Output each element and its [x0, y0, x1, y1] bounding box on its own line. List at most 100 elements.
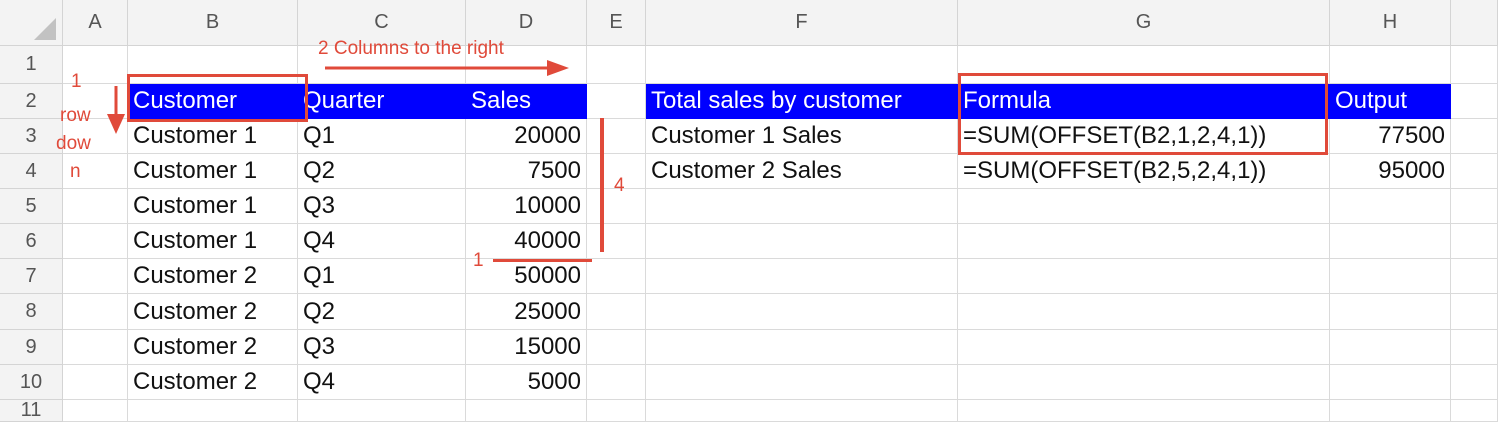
cell-d5[interactable]: 10000 [466, 189, 587, 224]
row-header-11[interactable]: 11 [0, 399, 63, 422]
cell-b11[interactable] [128, 400, 298, 422]
cell-f9[interactable] [646, 330, 958, 365]
cell-g1[interactable] [958, 46, 1330, 84]
cell-blank[interactable] [1451, 189, 1498, 224]
cell-a8[interactable] [63, 294, 128, 330]
cell-b7[interactable]: Customer 2 [128, 259, 298, 294]
cell-a5[interactable] [63, 189, 128, 224]
cell-b9[interactable]: Customer 2 [128, 330, 298, 365]
cell-f3[interactable]: Customer 1 Sales [646, 119, 958, 154]
row-header-9[interactable]: 9 [0, 330, 63, 365]
cell-g8[interactable] [958, 294, 1330, 330]
cell-d10[interactable]: 5000 [466, 365, 587, 400]
cell-a6[interactable] [63, 224, 128, 259]
column-header-b[interactable]: B [128, 0, 298, 46]
cell-b2[interactable]: Customer [128, 84, 298, 119]
cell-b3[interactable]: Customer 1 [128, 119, 298, 154]
cell-c8[interactable]: Q2 [298, 294, 466, 330]
cell-f5[interactable] [646, 189, 958, 224]
cell-c11[interactable] [298, 400, 466, 422]
cell-h3[interactable]: 77500 [1330, 119, 1451, 154]
cell-h8[interactable] [1330, 294, 1451, 330]
cell-blank[interactable] [1451, 154, 1498, 189]
cell-c5[interactable]: Q3 [298, 189, 466, 224]
row-header-4[interactable]: 4 [0, 154, 63, 189]
cell-b10[interactable]: Customer 2 [128, 365, 298, 400]
row-header-1[interactable]: 1 [0, 46, 63, 84]
cell-blank[interactable] [1451, 294, 1498, 330]
cell-f4[interactable]: Customer 2 Sales [646, 154, 958, 189]
row-header-8[interactable]: 8 [0, 294, 63, 330]
cell-blank[interactable] [1451, 330, 1498, 365]
cell-h2[interactable]: Output [1330, 84, 1451, 119]
row-header-10[interactable]: 10 [0, 365, 63, 400]
cell-d11[interactable] [466, 400, 587, 422]
cell-blank[interactable] [1451, 224, 1498, 259]
cell-b6[interactable]: Customer 1 [128, 224, 298, 259]
column-header-blank[interactable] [1451, 0, 1498, 46]
cell-d9[interactable]: 15000 [466, 330, 587, 365]
cell-f7[interactable] [646, 259, 958, 294]
cell-c2[interactable]: Quarter [298, 84, 466, 119]
cell-e10[interactable] [587, 365, 646, 400]
column-header-h[interactable]: H [1330, 0, 1451, 46]
cell-blank[interactable] [1451, 400, 1498, 422]
cell-e1[interactable] [587, 46, 646, 84]
cell-blank[interactable] [1451, 46, 1498, 84]
cell-g11[interactable] [958, 400, 1330, 422]
row-header-3[interactable]: 3 [0, 119, 63, 154]
cell-e7[interactable] [587, 259, 646, 294]
column-header-f[interactable]: F [646, 0, 958, 46]
row-header-6[interactable]: 6 [0, 224, 63, 259]
cell-f8[interactable] [646, 294, 958, 330]
cell-h7[interactable] [1330, 259, 1451, 294]
cell-d6[interactable]: 40000 [466, 224, 587, 259]
cell-g4[interactable]: =SUM(OFFSET(B2,5,2,4,1)) [958, 154, 1330, 189]
cell-b5[interactable]: Customer 1 [128, 189, 298, 224]
cell-c9[interactable]: Q3 [298, 330, 466, 365]
cell-f11[interactable] [646, 400, 958, 422]
cell-b4[interactable]: Customer 1 [128, 154, 298, 189]
cell-blank[interactable] [1451, 119, 1498, 154]
select-all-corner[interactable] [0, 0, 63, 46]
row-header-2[interactable]: 2 [0, 84, 63, 119]
cell-e9[interactable] [587, 330, 646, 365]
cell-a7[interactable] [63, 259, 128, 294]
cell-c7[interactable]: Q1 [298, 259, 466, 294]
cell-blank[interactable] [1451, 84, 1498, 119]
cell-g5[interactable] [958, 189, 1330, 224]
cell-h6[interactable] [1330, 224, 1451, 259]
cell-d8[interactable]: 25000 [466, 294, 587, 330]
cell-g2[interactable]: Formula [958, 84, 1330, 119]
cell-e2[interactable] [587, 84, 646, 119]
column-header-g[interactable]: G [958, 0, 1330, 46]
cell-g7[interactable] [958, 259, 1330, 294]
cell-c6[interactable]: Q4 [298, 224, 466, 259]
cell-h1[interactable] [1330, 46, 1451, 84]
cell-e3[interactable] [587, 119, 646, 154]
row-header-7[interactable]: 7 [0, 259, 63, 294]
cell-f1[interactable] [646, 46, 958, 84]
cell-h10[interactable] [1330, 365, 1451, 400]
column-header-e[interactable]: E [587, 0, 646, 46]
cell-c10[interactable]: Q4 [298, 365, 466, 400]
cell-g10[interactable] [958, 365, 1330, 400]
cell-h4[interactable]: 95000 [1330, 154, 1451, 189]
cell-blank[interactable] [1451, 259, 1498, 294]
cell-f2[interactable]: Total sales by customer [646, 84, 958, 119]
cell-d4[interactable]: 7500 [466, 154, 587, 189]
cell-h5[interactable] [1330, 189, 1451, 224]
cell-d2[interactable]: Sales [466, 84, 587, 119]
cell-blank[interactable] [1451, 365, 1498, 400]
cell-b8[interactable]: Customer 2 [128, 294, 298, 330]
cell-c3[interactable]: Q1 [298, 119, 466, 154]
cell-e11[interactable] [587, 400, 646, 422]
cell-b1[interactable] [128, 46, 298, 84]
cell-g9[interactable] [958, 330, 1330, 365]
cell-d3[interactable]: 20000 [466, 119, 587, 154]
column-header-a[interactable]: A [63, 0, 128, 46]
cell-g6[interactable] [958, 224, 1330, 259]
cell-c4[interactable]: Q2 [298, 154, 466, 189]
cell-f10[interactable] [646, 365, 958, 400]
cell-a9[interactable] [63, 330, 128, 365]
